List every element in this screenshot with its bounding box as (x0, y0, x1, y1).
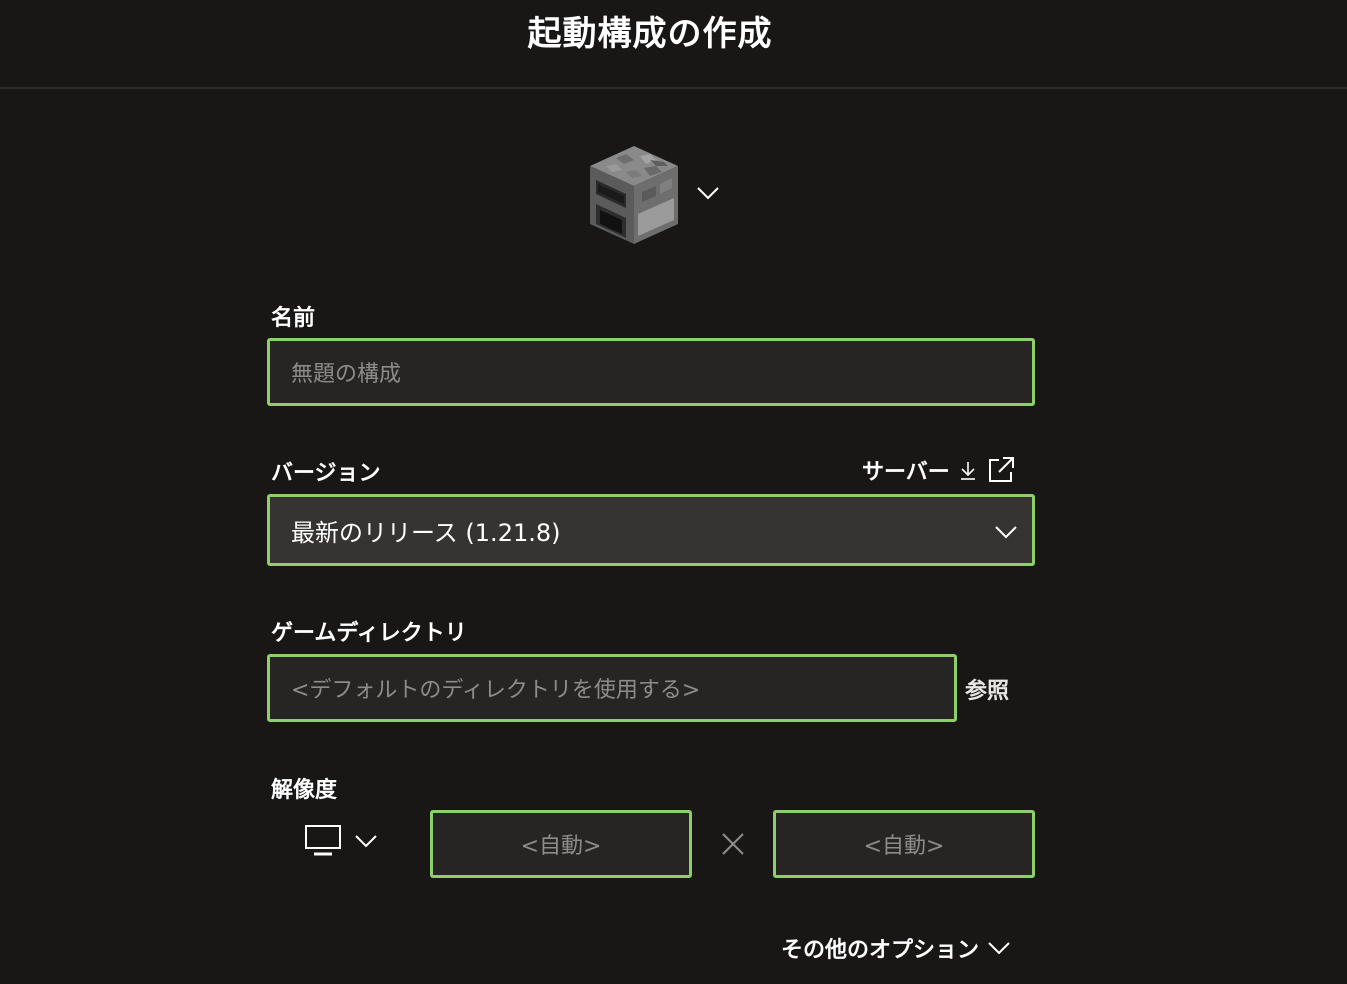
name-label: 名前 (271, 306, 316, 331)
browse-button[interactable]: 参照 (965, 673, 1009, 705)
resolution-preset-picker[interactable] (300, 822, 384, 862)
chevron-down-icon (355, 835, 377, 848)
server-download-link[interactable]: サーバー (862, 453, 1016, 487)
game-directory-label: ゲームディレクトリ (271, 621, 467, 646)
game-directory-placeholder: <デフォルトのディレクトリを使用する> (291, 678, 701, 703)
chevron-down-icon (988, 942, 1010, 955)
furnace-block-icon (590, 146, 678, 244)
version-label: バージョン (271, 461, 381, 486)
chevron-down-icon (995, 526, 1017, 539)
page-title: 起動構成の作成 (527, 14, 773, 54)
resolution-height-placeholder: <自動> (863, 834, 945, 859)
resolution-height-input[interactable]: <自動> (773, 810, 1035, 878)
multiply-icon (722, 833, 744, 855)
name-placeholder: 無題の構成 (291, 362, 402, 387)
external-link-icon (988, 457, 1014, 482)
game-directory-input[interactable]: <デフォルトのディレクトリを使用する> (267, 654, 957, 722)
download-icon (960, 462, 975, 480)
more-options-label: その他のオプション (781, 938, 980, 963)
resolution-width-input[interactable]: <自動> (430, 810, 692, 878)
resolution-label: 解像度 (271, 778, 338, 803)
resolution-width-placeholder: <自動> (520, 834, 602, 859)
version-select[interactable]: 最新のリリース (1.21.8) (267, 494, 1035, 566)
version-selected-value: 最新のリリース (1.21.8) (291, 518, 561, 547)
chevron-down-icon (697, 187, 719, 200)
more-options-toggle[interactable]: その他のオプション (781, 930, 1011, 966)
profile-icon-picker[interactable] (586, 144, 726, 246)
header: 起動構成の作成 (0, 0, 1347, 89)
name-input[interactable]: 無題の構成 (267, 338, 1035, 406)
monitor-icon (305, 825, 341, 856)
create-installation-page: 起動構成の作成 名前 無題の構成 バージョン サーバー 最新のリリース (1.2… (0, 0, 1347, 984)
server-link-label: サーバー (862, 460, 950, 485)
